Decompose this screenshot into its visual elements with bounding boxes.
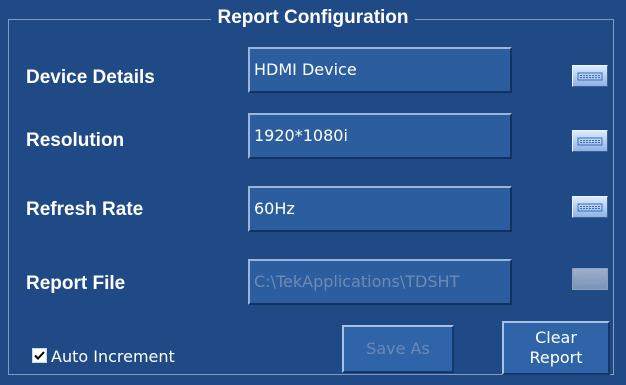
resolution-label: Resolution xyxy=(26,130,125,151)
clear-report-button[interactable]: Clear Report xyxy=(502,321,610,375)
clear-report-line1: Clear xyxy=(535,328,577,347)
refresh-rate-label: Refresh Rate xyxy=(26,199,144,220)
report-file-field: C:\TekApplications\TDSHT xyxy=(248,259,512,305)
page-title: Report Configuration xyxy=(0,6,626,30)
device-details-label: Device Details xyxy=(26,67,155,88)
auto-increment-checkbox[interactable] xyxy=(32,348,47,363)
refresh-rate-field[interactable]: 60Hz xyxy=(248,186,512,232)
save-as-label: Save As xyxy=(366,339,430,358)
keyboard-icon xyxy=(572,268,608,290)
clear-report-label: Clear Report xyxy=(504,328,608,368)
auto-increment-label: Auto Increment xyxy=(51,347,175,366)
device-details-field[interactable]: HDMI Device xyxy=(248,47,512,93)
auto-increment-row[interactable]: Auto Increment xyxy=(32,346,175,368)
keyboard-icon[interactable] xyxy=(572,65,608,87)
clear-report-line2: Report xyxy=(529,348,583,367)
checkmark-icon xyxy=(34,351,45,360)
keyboard-icon[interactable] xyxy=(572,196,608,218)
report-file-label: Report File xyxy=(26,273,126,294)
resolution-field[interactable]: 1920*1080i xyxy=(248,113,512,159)
keyboard-icon[interactable] xyxy=(572,130,608,152)
save-as-button[interactable]: Save As xyxy=(342,325,454,373)
